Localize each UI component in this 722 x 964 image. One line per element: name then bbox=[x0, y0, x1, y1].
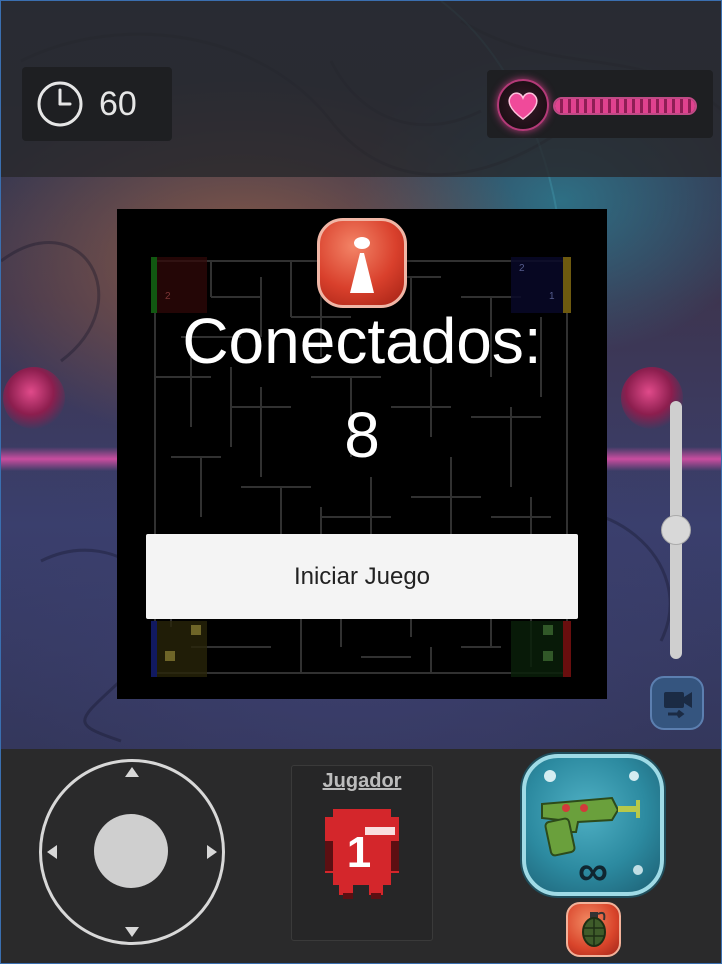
arrow-right-icon bbox=[207, 845, 217, 859]
grenade-icon bbox=[582, 911, 606, 947]
start-game-button[interactable]: Iniciar Juego bbox=[146, 534, 578, 619]
heart-icon bbox=[497, 79, 549, 131]
info-icon bbox=[317, 218, 407, 308]
timer-panel: 60 bbox=[22, 67, 172, 141]
health-bar bbox=[553, 97, 697, 115]
clock-icon bbox=[37, 81, 83, 127]
camera-switch-button[interactable] bbox=[650, 676, 704, 730]
player-number: 1 bbox=[347, 828, 371, 877]
timer-value: 60 bbox=[99, 84, 137, 123]
player-avatar-icon: 1 bbox=[325, 809, 399, 899]
connected-count: 8 bbox=[344, 399, 380, 471]
health-panel bbox=[487, 70, 713, 138]
health-bar-fill bbox=[555, 99, 695, 113]
game-screen: 60 Conectados: 8 Iniciar Juego Jugador 1… bbox=[0, 0, 722, 964]
connected-title: Conectados: bbox=[182, 305, 542, 377]
arrow-left-icon bbox=[47, 845, 57, 859]
player-label: Jugador bbox=[322, 770, 402, 792]
zoom-slider-handle[interactable] bbox=[661, 515, 691, 545]
grenade-button[interactable] bbox=[566, 902, 621, 957]
ammo-count: ∞ bbox=[578, 847, 608, 894]
joystick-arrows bbox=[47, 767, 217, 937]
camera-switch-icon bbox=[664, 692, 692, 719]
arrow-down-icon bbox=[125, 927, 139, 937]
arrow-up-icon bbox=[125, 767, 139, 777]
